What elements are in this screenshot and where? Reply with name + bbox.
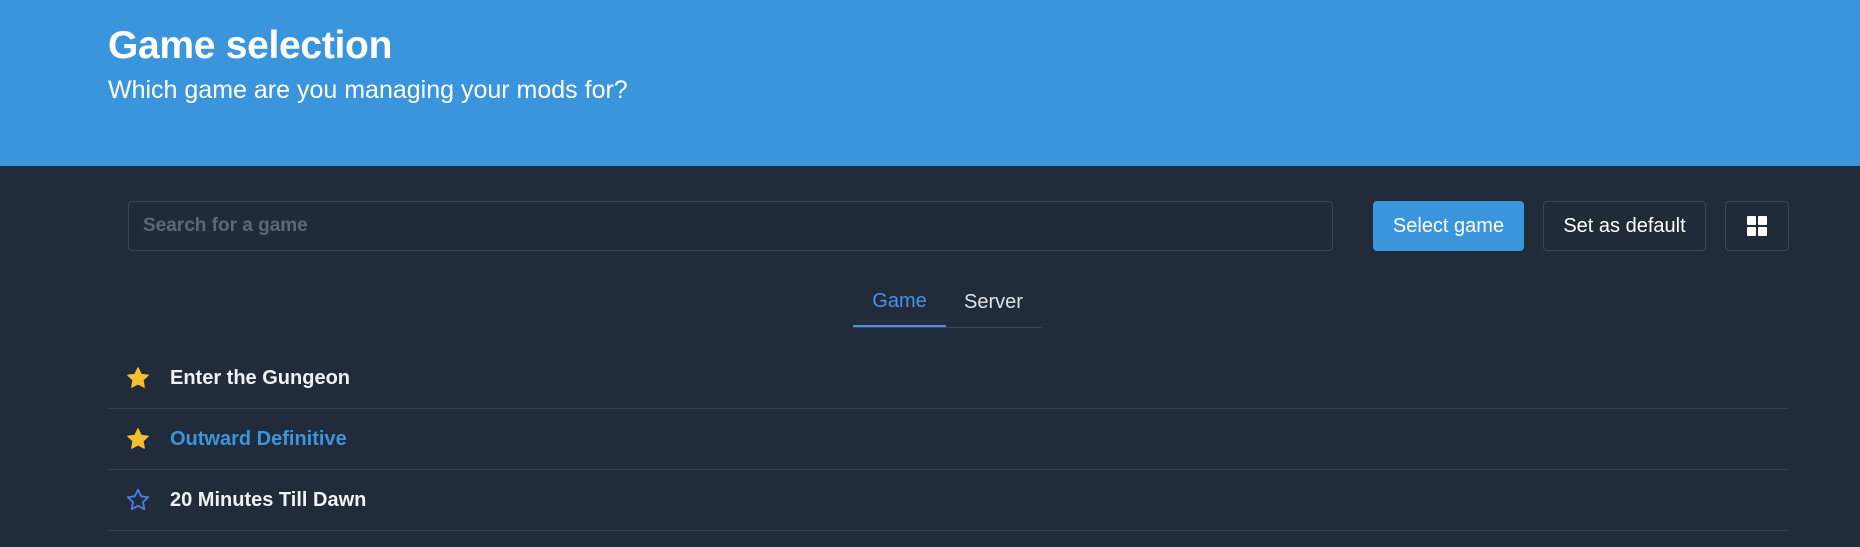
tab-game[interactable]: Game bbox=[853, 278, 946, 327]
page-title: Game selection bbox=[108, 24, 393, 67]
game-row-enter-the-gungeon[interactable]: Enter the Gungeon bbox=[108, 348, 1789, 409]
grid-view-button[interactable] bbox=[1725, 201, 1789, 251]
game-name: Outward Definitive bbox=[170, 427, 347, 450]
grid-view-icon bbox=[1747, 216, 1767, 236]
game-search-input[interactable] bbox=[128, 201, 1333, 251]
tab-server[interactable]: Server bbox=[946, 278, 1041, 326]
game-name: 20 Minutes Till Dawn bbox=[170, 488, 367, 511]
game-name: Enter the Gungeon bbox=[170, 366, 350, 389]
game-server-tabs: Game Server bbox=[853, 278, 1041, 328]
star-filled-icon[interactable] bbox=[126, 426, 152, 452]
game-row-20-minutes-till-dawn[interactable]: 20 Minutes Till Dawn bbox=[108, 470, 1789, 531]
main-content: Select game Set as default Game Server E… bbox=[0, 166, 1860, 547]
header-banner: Game selection Which game are you managi… bbox=[0, 0, 1860, 166]
select-game-button[interactable]: Select game bbox=[1373, 201, 1524, 251]
game-list: Enter the Gungeon Outward Definitive 20 … bbox=[108, 348, 1789, 531]
star-filled-icon[interactable] bbox=[126, 365, 152, 391]
set-as-default-button[interactable]: Set as default bbox=[1543, 201, 1706, 251]
star-outline-icon[interactable] bbox=[126, 487, 152, 513]
game-row-outward-definitive[interactable]: Outward Definitive bbox=[108, 409, 1789, 470]
page-subtitle: Which game are you managing your mods fo… bbox=[108, 76, 628, 104]
